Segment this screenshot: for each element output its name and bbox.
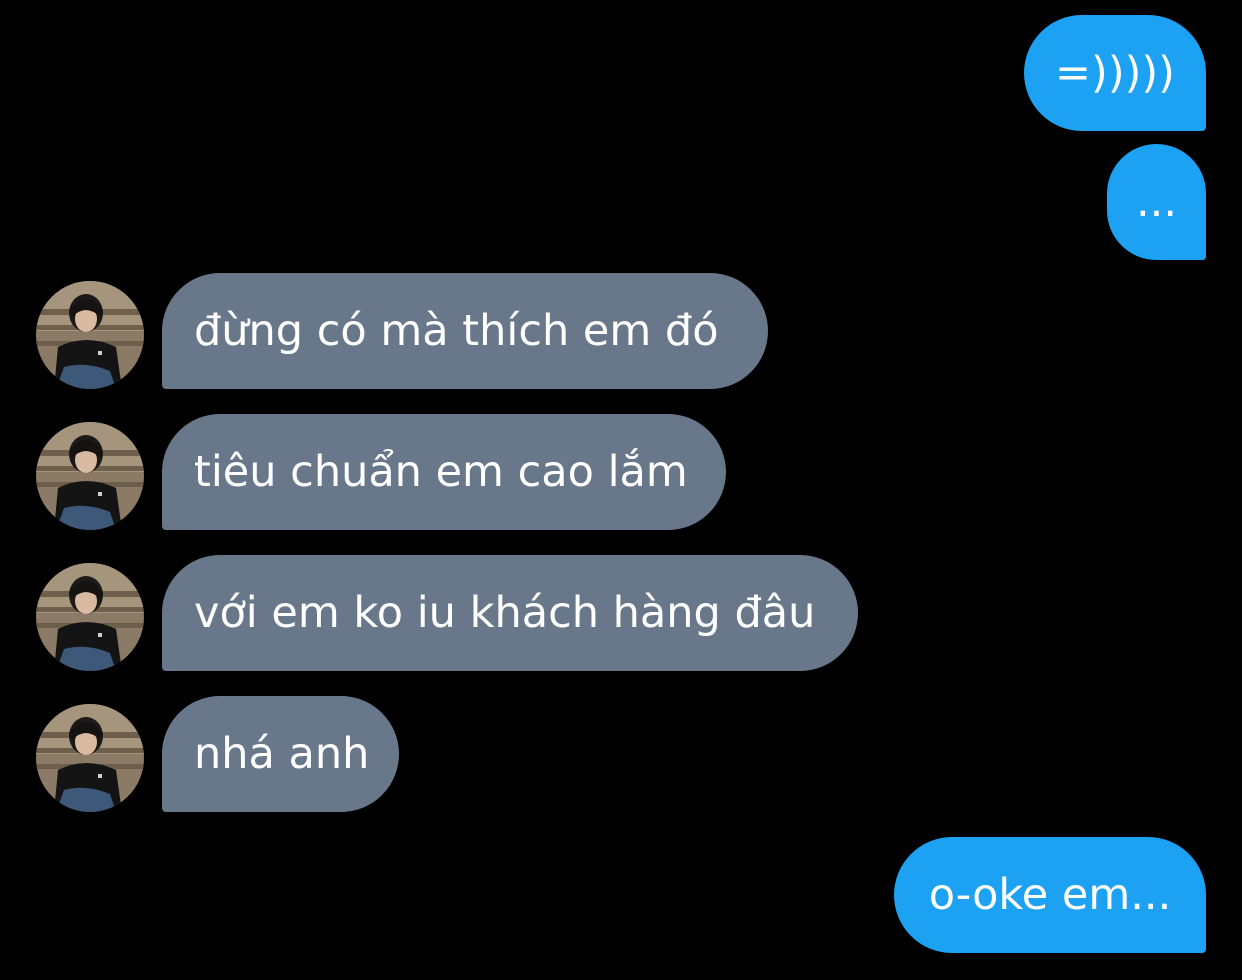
contact-avatar-icon[interactable]: [36, 704, 144, 812]
message-text: tiêu chuẩn em cao lắm: [194, 447, 688, 497]
message-text: với em ko iu khách hàng đâu: [194, 588, 816, 638]
message-text: =))))): [1055, 48, 1175, 98]
sent-message-bubble[interactable]: =))))): [1024, 15, 1206, 131]
received-message-bubble[interactable]: nhá anh: [162, 696, 399, 812]
contact-avatar-icon[interactable]: [36, 422, 144, 530]
message-text: nhá anh: [194, 729, 370, 779]
message-text: o-oke em...: [928, 870, 1172, 920]
message-text: đừng có mà thích em đó: [194, 306, 719, 356]
contact-avatar-icon[interactable]: [36, 563, 144, 671]
sent-message-bubble[interactable]: o-oke em...: [894, 837, 1206, 953]
received-message-bubble[interactable]: tiêu chuẩn em cao lắm: [162, 414, 726, 530]
message-text: ...: [1135, 177, 1177, 227]
received-message-bubble[interactable]: với em ko iu khách hàng đâu: [162, 555, 858, 671]
contact-avatar-icon[interactable]: [36, 281, 144, 389]
sent-message-bubble[interactable]: ...: [1107, 144, 1206, 260]
received-message-bubble[interactable]: đừng có mà thích em đó: [162, 273, 768, 389]
